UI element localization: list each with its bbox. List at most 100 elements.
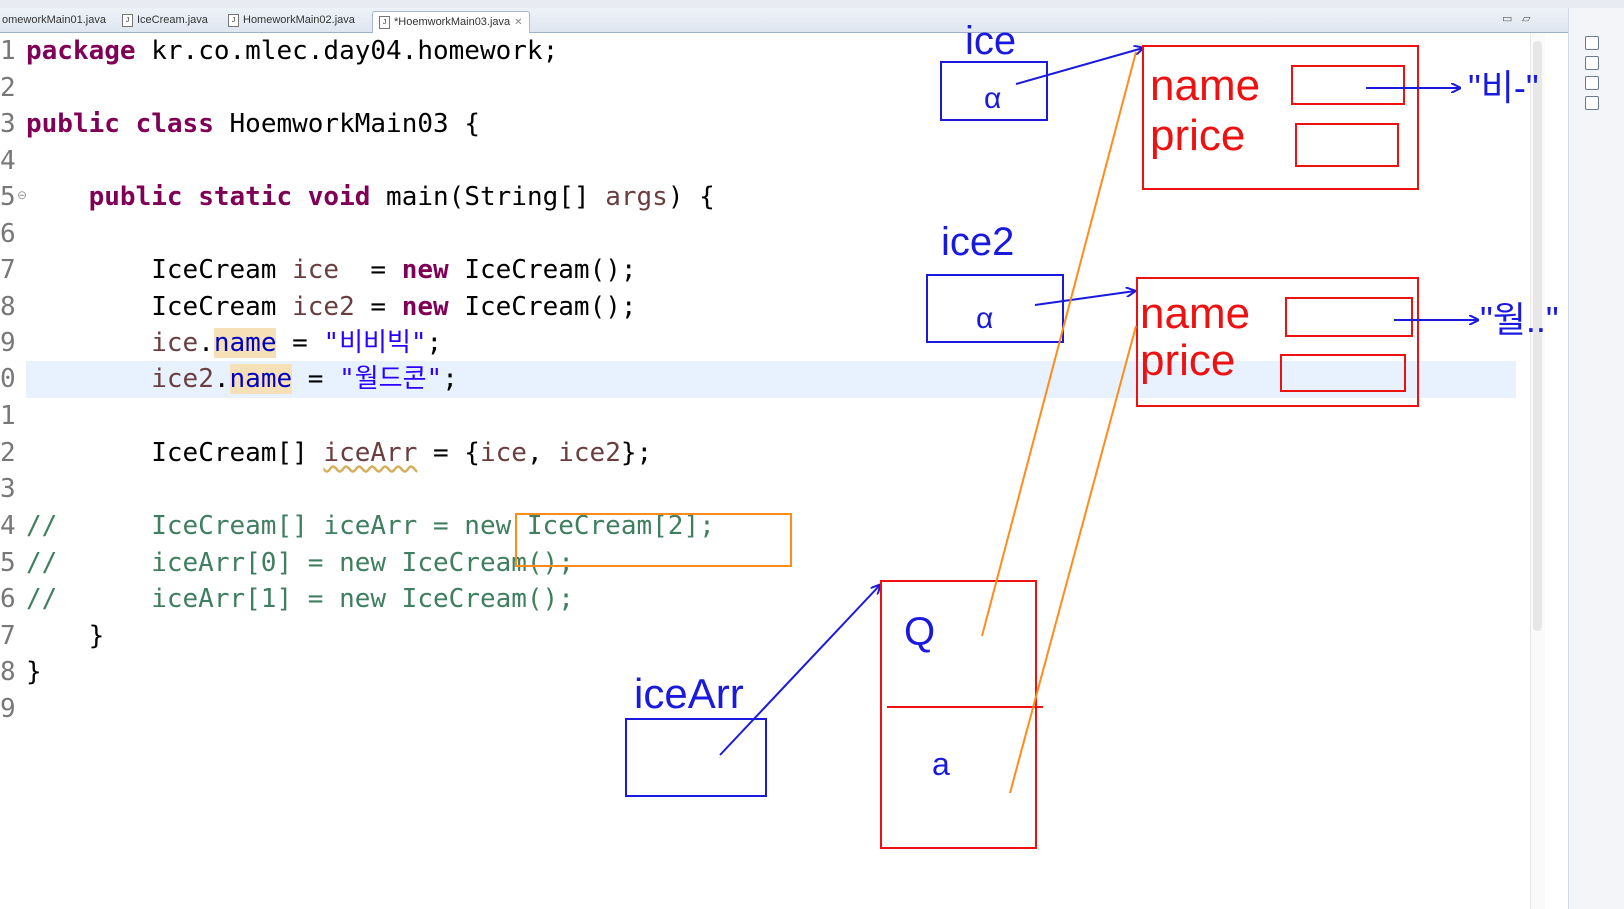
line-number: 7 [0, 621, 16, 651]
variable: ice2 [151, 364, 214, 394]
code-text: IceCream [151, 255, 293, 285]
scrollbar-thumb[interactable] [1533, 41, 1542, 631]
code-line-6: 6 [0, 216, 26, 253]
comment: // iceArr[0] = new IceCream(); [26, 548, 574, 578]
code-line-12: 2 IceCream[] iceArr = {ice, ice2}; [0, 435, 652, 472]
code-line-18: 8} [0, 654, 42, 691]
keyword: new [401, 255, 449, 285]
line-number: 6 [0, 584, 16, 614]
tab-label: omeworkMain01.java [2, 14, 106, 26]
right-toolbar [1568, 8, 1624, 909]
problems-icon[interactable] [1585, 96, 1599, 110]
code-text: ; [442, 364, 458, 394]
keyword: public [26, 109, 120, 139]
line-number: 3 [0, 109, 16, 139]
code-text: ; [426, 328, 443, 358]
tab-hoemworkmain03[interactable]: J *HoemworkMain03.java ✕ [372, 11, 530, 33]
line-number: 4 [0, 146, 16, 176]
code-line-17: 7 } [0, 618, 104, 655]
tab-label: *HoemworkMain03.java [394, 16, 511, 28]
string-literal: "비비빅" [323, 328, 427, 358]
line-number: 8 [0, 657, 16, 687]
code-text: IceCream[] [151, 438, 324, 468]
code-line-3: 3 public class HoemworkMain03 { [0, 106, 480, 143]
line-number: 1 [0, 401, 16, 431]
line-number: 5 [0, 548, 16, 578]
line-number: 9 [0, 328, 16, 358]
tab-icecream[interactable]: J IceCream.java [122, 10, 208, 30]
comment: // IceCream[] iceArr = new IceCream[2]; [26, 511, 715, 541]
outline-icon[interactable] [1585, 36, 1599, 50]
tab-label: HomeworkMain02.java [243, 14, 355, 26]
field-reference: name [213, 328, 277, 358]
tab-homeworkmain02[interactable]: J HomeworkMain02.java [228, 10, 355, 30]
maximize-icon[interactable]: ▱ [1522, 12, 1530, 25]
variable: ice2 [558, 438, 621, 468]
code-text: }; [620, 438, 653, 468]
java-file-icon: J [122, 13, 133, 27]
close-icon[interactable]: ✕ [514, 17, 522, 28]
editor-tab-bar: omeworkMain01.java J IceCream.java J Homew… [0, 8, 1624, 33]
code-text: . [198, 328, 214, 358]
java-file-icon: J [379, 15, 390, 29]
line-number: 4 [0, 511, 16, 541]
code-line-2: 2 [0, 70, 26, 107]
code-text: kr.co.mlec.day04.homework; [135, 36, 559, 66]
code-line-9: 9 ice.name = "비비빅"; [0, 325, 442, 362]
console-icon[interactable] [1585, 76, 1599, 90]
code-text: , [526, 438, 559, 468]
code-line-10: 0 ice2.name = "월드콘"; [0, 361, 458, 398]
code-text: } [26, 621, 105, 651]
code-line-13: 3 [0, 471, 26, 508]
code-line-5: 5 public static void main(String[] args)… [0, 179, 715, 216]
code-text: = [339, 255, 402, 285]
code-text: } [26, 657, 42, 687]
field-reference: name [229, 364, 293, 394]
minimize-icon[interactable]: ▭ [1502, 12, 1512, 25]
keyword: package [26, 36, 136, 66]
fold-toggle-icon[interactable]: ⊖ [17, 188, 27, 202]
code-line-1: 1 package kr.co.mlec.day04.homework; [0, 33, 558, 70]
code-line-16: 6 // iceArr[1] = new IceCream(); [0, 581, 574, 618]
code-text: . [213, 364, 230, 394]
code-line-8: 8 IceCream ice2 = new IceCream(); [0, 289, 637, 326]
tab-homeworkmain01[interactable]: omeworkMain01.java [2, 10, 106, 30]
code-line-14: 4 // IceCream[] iceArr = new IceCream[2]; [0, 508, 715, 545]
code-text: main(String[] [370, 182, 606, 212]
code-line-11: 1 [0, 398, 26, 435]
line-number: 8 [0, 292, 16, 322]
keyword: static [198, 182, 293, 212]
keyword: public [88, 182, 183, 212]
code-text: IceCream [151, 292, 293, 322]
code-text: IceCream(); [448, 255, 637, 285]
task-list-icon[interactable] [1585, 56, 1599, 70]
line-number: 2 [0, 73, 16, 103]
editor-scrollbar[interactable] [1530, 33, 1545, 909]
tab-label: IceCream.java [137, 14, 208, 26]
parameter: args [605, 182, 668, 212]
line-number: 6 [0, 219, 16, 249]
keyword: new [401, 292, 449, 322]
line-number: 0 [0, 364, 16, 394]
code-text: HoemworkMain03 { [213, 109, 480, 139]
variable: ice [292, 255, 340, 285]
comment: // iceArr[1] = new IceCream(); [26, 584, 574, 614]
line-number: 3 [0, 474, 16, 504]
string-literal: "월드콘" [339, 364, 443, 394]
code-text: = { [417, 438, 480, 468]
line-number: 2 [0, 438, 16, 468]
code-text: ) { [667, 182, 715, 212]
code-text: IceCream(); [448, 292, 637, 322]
code-text: = [292, 364, 340, 394]
variable: ice2 [292, 292, 355, 322]
keyword: void [307, 182, 371, 212]
code-text: = [354, 292, 402, 322]
keyword: class [135, 109, 214, 139]
code-line-15: 5 // iceArr[0] = new IceCream(); [0, 545, 574, 582]
